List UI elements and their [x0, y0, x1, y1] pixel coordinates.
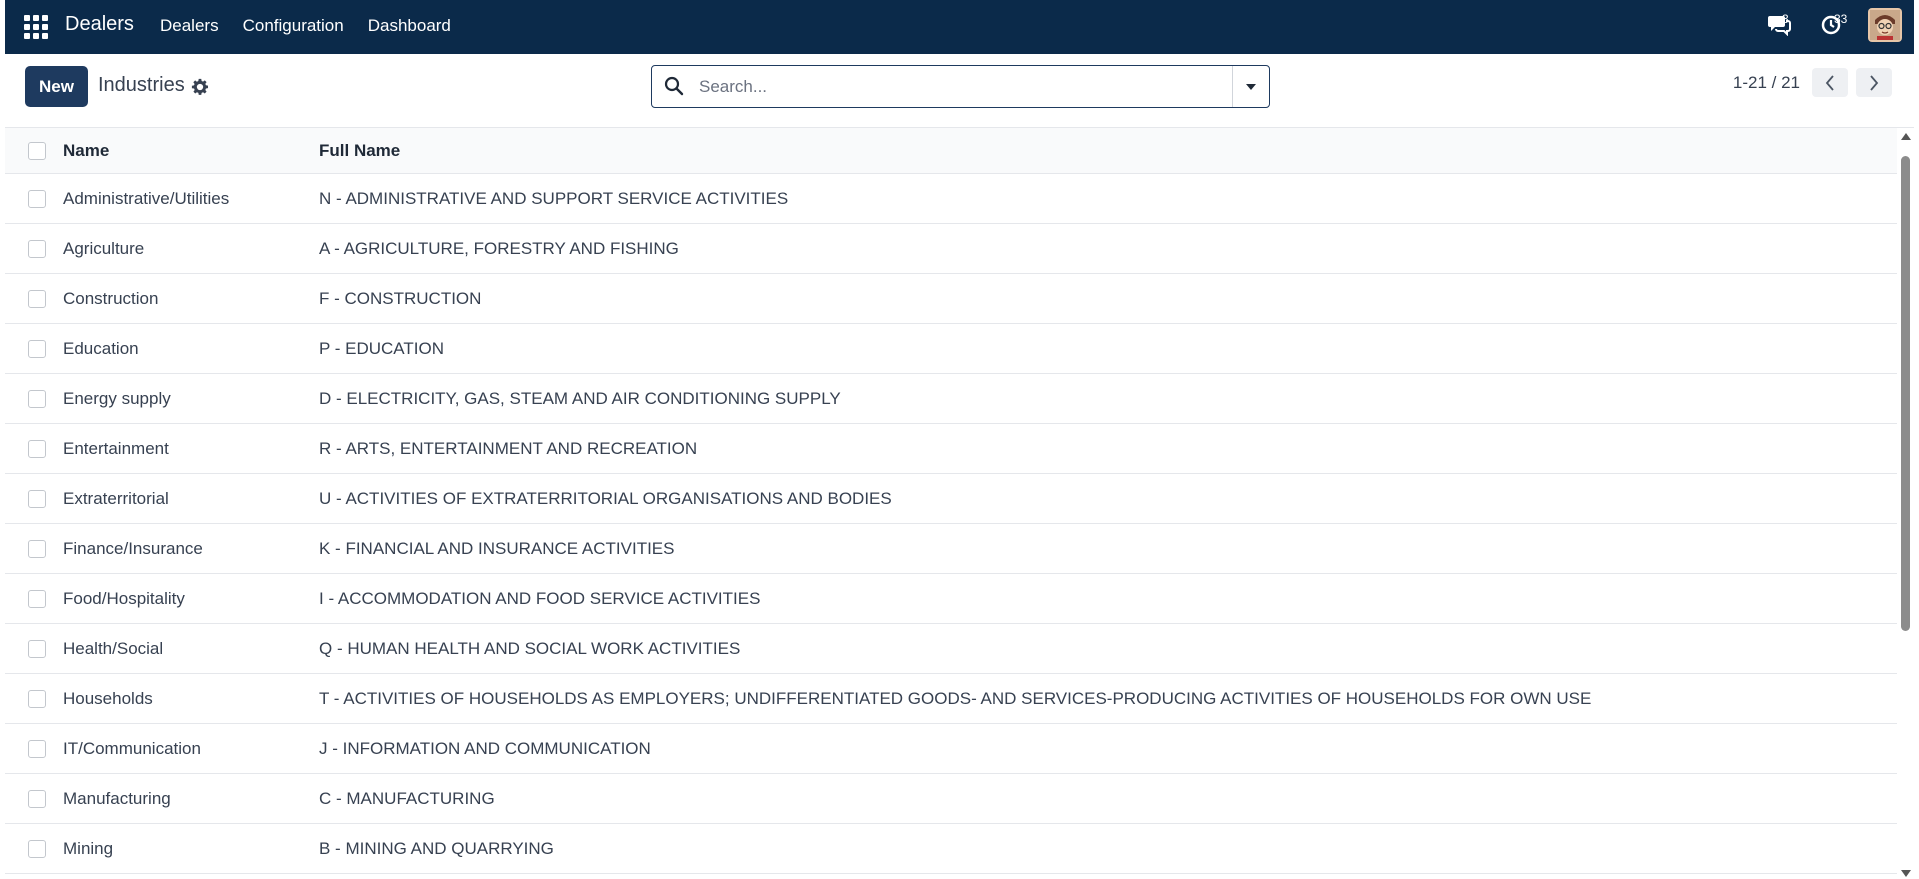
gear-icon[interactable] [191, 78, 209, 96]
scroll-up-arrow[interactable] [1901, 133, 1911, 140]
cell-full-name[interactable]: A - AGRICULTURE, FORESTRY AND FISHING [319, 239, 1897, 259]
table-row[interactable]: Food/Hospitality I - ACCOMMODATION AND FO… [5, 574, 1897, 624]
search-input[interactable] [697, 72, 1201, 102]
cell-full-name[interactable]: K - FINANCIAL AND INSURANCE ACTIVITIES [319, 539, 1897, 559]
cell-full-name[interactable]: N - ADMINISTRATIVE AND SUPPORT SERVICE A… [319, 189, 1897, 209]
search-icon [664, 76, 684, 96]
cell-name[interactable]: Agriculture [63, 239, 319, 259]
table-row[interactable]: Construction F - CONSTRUCTION [5, 274, 1897, 324]
app-frame: Dealers Dealers Configuration Dashboard … [5, 0, 1914, 879]
cell-full-name[interactable]: I - ACCOMMODATION AND FOOD SERVICE ACTIV… [319, 589, 1897, 609]
cell-full-name[interactable]: U - ACTIVITIES OF EXTRATERRITORIAL ORGAN… [319, 489, 1897, 509]
row-checkbox[interactable] [27, 239, 46, 258]
navbar-systray: 3 33 [1764, 8, 1902, 42]
cell-full-name[interactable]: J - INFORMATION AND COMMUNICATION [319, 739, 1897, 759]
menu-item-dealers[interactable]: Dealers [160, 16, 219, 36]
cell-name[interactable]: Entertainment [63, 439, 319, 459]
app-brand[interactable]: Dealers [65, 13, 134, 36]
table-row[interactable]: IT/Communication J - INFORMATION AND COMM… [5, 724, 1897, 774]
cell-full-name[interactable]: F - CONSTRUCTION [319, 289, 1897, 309]
row-checkbox[interactable] [27, 539, 46, 558]
cell-name[interactable]: Mining [63, 839, 319, 859]
pager-value[interactable]: 1-21 / 21 [1733, 73, 1800, 93]
scroll-down-arrow[interactable] [1901, 870, 1911, 877]
page-title: Industries [98, 74, 185, 96]
table-row[interactable]: Entertainment R - ARTS, ENTERTAINMENT AND… [5, 424, 1897, 474]
row-checkbox[interactable] [27, 489, 46, 508]
row-checkbox[interactable] [27, 289, 46, 308]
column-header-name[interactable]: Name [63, 141, 319, 161]
row-checkbox[interactable] [27, 739, 46, 758]
control-panel: New Industries 1-21 / 21 [5, 54, 1914, 128]
table-row[interactable]: Energy supply D - ELECTRICITY, GAS, STEAM… [5, 374, 1897, 424]
cell-full-name[interactable]: Q - HUMAN HEALTH AND SOCIAL WORK ACTIVIT… [319, 639, 1897, 659]
cell-full-name[interactable]: R - ARTS, ENTERTAINMENT AND RECREATION [319, 439, 1897, 459]
main-menu: Dealers Configuration Dashboard [160, 16, 451, 36]
cell-name[interactable]: Energy supply [63, 389, 319, 409]
top-navbar: Dealers Dealers Configuration Dashboard … [5, 0, 1914, 54]
row-checkbox[interactable] [27, 839, 46, 858]
cell-name[interactable]: IT/Communication [63, 739, 319, 759]
menu-item-dashboard[interactable]: Dashboard [368, 16, 451, 36]
row-checkbox[interactable] [27, 589, 46, 608]
cell-name[interactable]: Manufacturing [63, 789, 319, 809]
search-bar [651, 65, 1270, 108]
row-checkbox[interactable] [27, 389, 46, 408]
apps-grid-icon[interactable] [24, 15, 48, 39]
cell-name[interactable]: Finance/Insurance [63, 539, 319, 559]
table-row[interactable]: Administrative/Utilities N - ADMINISTRATI… [5, 174, 1897, 224]
menu-item-configuration[interactable]: Configuration [243, 16, 344, 36]
cell-name[interactable]: Food/Hospitality [63, 589, 319, 609]
vertical-scrollbar[interactable] [1897, 128, 1914, 879]
cell-name[interactable]: Extraterritorial [63, 489, 319, 509]
cell-full-name[interactable]: D - ELECTRICITY, GAS, STEAM AND AIR COND… [319, 389, 1897, 409]
scroll-thumb[interactable] [1901, 156, 1910, 631]
cell-name[interactable]: Administrative/Utilities [63, 189, 319, 209]
chevron-left-icon [1825, 74, 1834, 91]
row-checkbox[interactable] [27, 689, 46, 708]
table-row[interactable]: Health/Social Q - HUMAN HEALTH AND SOCIAL… [5, 624, 1897, 674]
messages-count-badge: 3 [1782, 12, 1789, 26]
activities-button[interactable]: 33 [1816, 10, 1848, 40]
select-all-checkbox[interactable] [27, 141, 46, 160]
table-row[interactable]: Education P - EDUCATION [5, 324, 1897, 374]
cell-full-name[interactable]: P - EDUCATION [319, 339, 1897, 359]
row-checkbox[interactable] [27, 789, 46, 808]
caret-down-icon [1246, 83, 1256, 90]
column-header-full-name[interactable]: Full Name [319, 141, 1897, 161]
table-row[interactable]: Manufacturing C - MANUFACTURING [5, 774, 1897, 824]
chevron-right-icon [1870, 74, 1879, 91]
row-checkbox[interactable] [27, 439, 46, 458]
search-options-toggle[interactable] [1232, 66, 1269, 107]
table-row[interactable]: Mining B - MINING AND QUARRYING [5, 824, 1897, 874]
cell-full-name[interactable]: T - ACTIVITIES OF HOUSEHOLDS AS EMPLOYER… [319, 689, 1897, 709]
cell-name[interactable]: Construction [63, 289, 319, 309]
pager-previous-button[interactable] [1812, 68, 1848, 97]
table-header: Name Full Name [5, 128, 1897, 174]
user-avatar[interactable] [1868, 8, 1902, 42]
row-checkbox[interactable] [27, 639, 46, 658]
cell-name[interactable]: Households [63, 689, 319, 709]
table-row[interactable]: Finance/Insurance K - FINANCIAL AND INSUR… [5, 524, 1897, 574]
table-row[interactable]: Extraterritorial U - ACTIVITIES OF EXTRAT… [5, 474, 1897, 524]
table-row[interactable]: Agriculture A - AGRICULTURE, FORESTRY AND… [5, 224, 1897, 274]
messages-button[interactable]: 3 [1764, 10, 1794, 40]
table-body: Administrative/Utilities N - ADMINISTRATI… [5, 174, 1897, 874]
pager-next-button[interactable] [1856, 68, 1892, 97]
table-row[interactable]: Households T - ACTIVITIES OF HOUSEHOLDS A… [5, 674, 1897, 724]
row-checkbox[interactable] [27, 339, 46, 358]
avatar-face-icon [1870, 10, 1900, 40]
activities-count-badge: 33 [1834, 12, 1848, 26]
cell-full-name[interactable]: B - MINING AND QUARRYING [319, 839, 1897, 859]
pager: 1-21 / 21 [1733, 68, 1892, 97]
row-checkbox[interactable] [27, 189, 46, 208]
cell-name[interactable]: Education [63, 339, 319, 359]
new-button[interactable]: New [25, 66, 88, 107]
industries-table: Name Full Name Administrative/Utilities N… [5, 128, 1897, 874]
cell-name[interactable]: Health/Social [63, 639, 319, 659]
cell-full-name[interactable]: C - MANUFACTURING [319, 789, 1897, 809]
